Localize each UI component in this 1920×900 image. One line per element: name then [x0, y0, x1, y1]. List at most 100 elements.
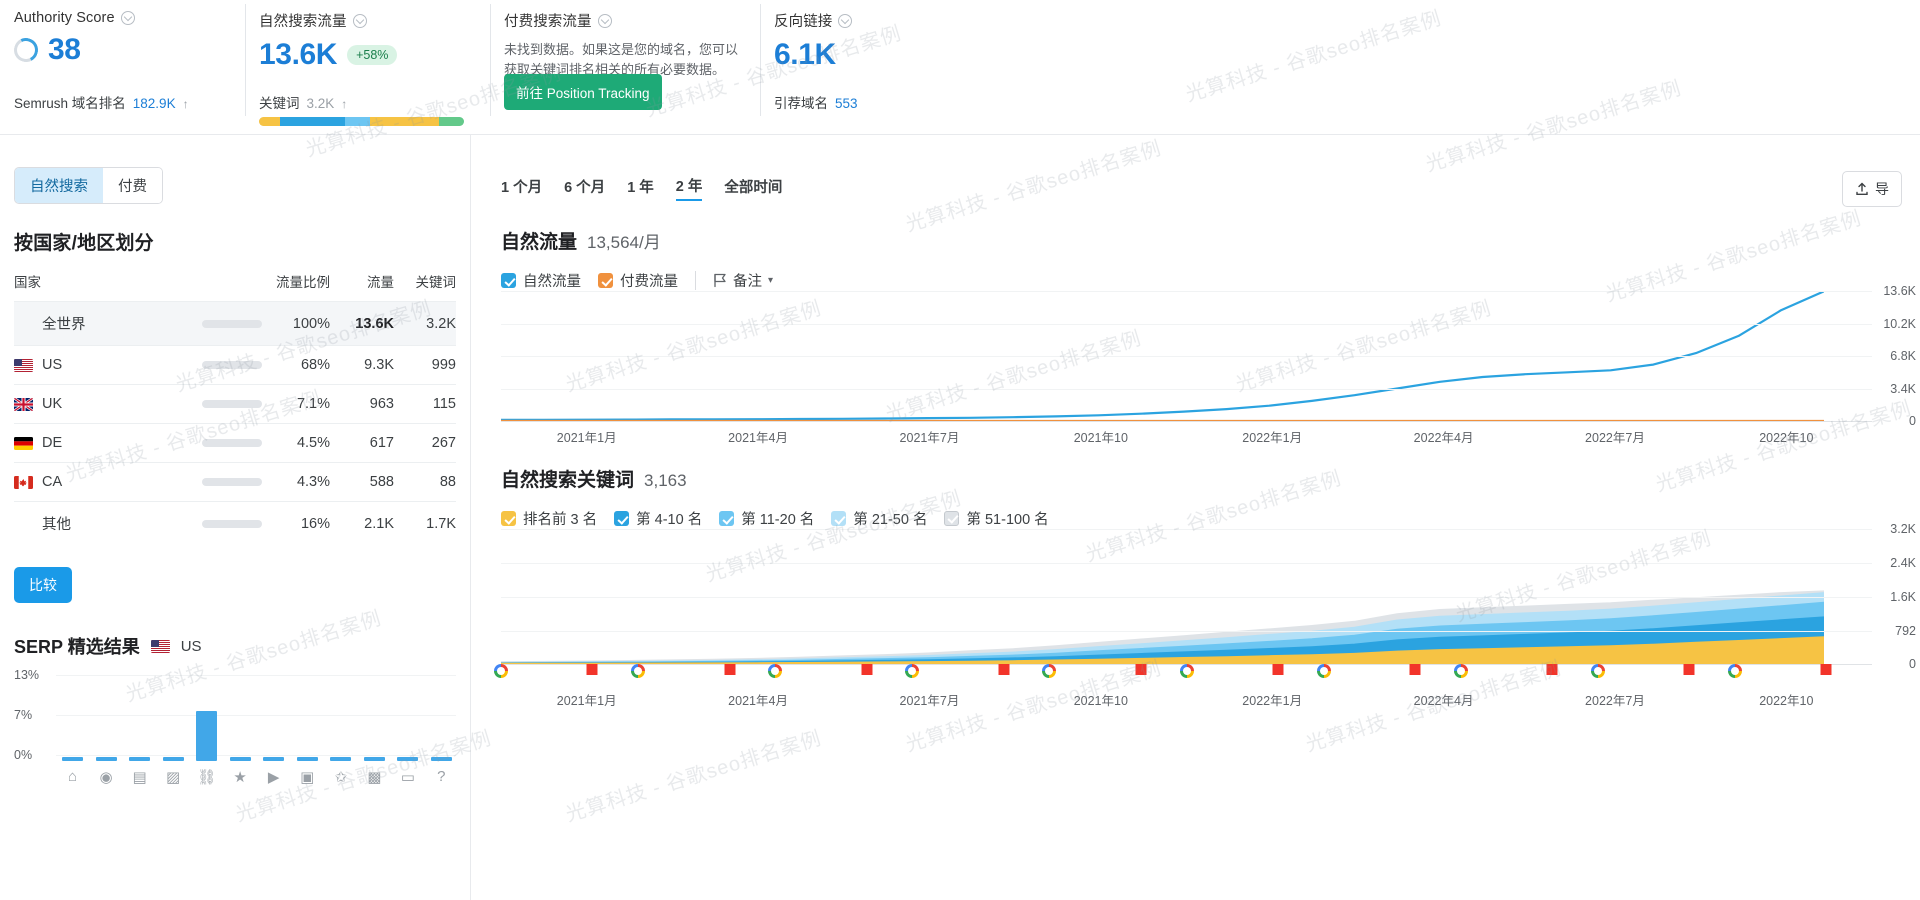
- serp-change-icon[interactable]: [1410, 664, 1421, 677]
- th-traffic-share[interactable]: 流量比例: [266, 271, 330, 302]
- article-icon[interactable]: ▤: [129, 768, 150, 786]
- segment-organic-button[interactable]: 自然搜索: [15, 168, 103, 203]
- image-pack-icon[interactable]: ▨: [163, 768, 184, 786]
- serp-change-icon[interactable]: [1272, 664, 1283, 677]
- cell-traffic[interactable]: 2.1K: [330, 502, 394, 546]
- video-icon[interactable]: ▶: [263, 768, 284, 786]
- google-update-icon[interactable]: [494, 664, 508, 680]
- serp-bar[interactable]: [330, 757, 351, 761]
- checkbox-paid-traffic[interactable]: [598, 273, 613, 288]
- cell-keywords[interactable]: 3.2K: [394, 302, 456, 346]
- serp-change-icon[interactable]: [1547, 664, 1558, 677]
- export-button[interactable]: 导: [1842, 171, 1902, 207]
- table-row[interactable]: 全世界100%13.6K3.2K: [14, 302, 456, 346]
- cell-keywords[interactable]: 88: [394, 463, 456, 502]
- serp-bar[interactable]: [196, 711, 217, 761]
- google-update-icon[interactable]: [1454, 664, 1468, 680]
- compare-button[interactable]: 比较: [14, 567, 72, 603]
- serp-bar[interactable]: [129, 757, 150, 761]
- serp-change-icon[interactable]: [724, 664, 735, 677]
- table-row[interactable]: CA4.3%58888: [14, 463, 456, 502]
- keywords-value[interactable]: 3.2K: [307, 96, 335, 111]
- serp-bar[interactable]: [263, 757, 284, 761]
- table-row[interactable]: UK7.1%963115: [14, 385, 456, 424]
- checkbox-3[interactable]: [719, 511, 734, 526]
- link-icon[interactable]: ⛓: [196, 768, 217, 786]
- help-icon[interactable]: [353, 14, 367, 28]
- semrush-rank-value[interactable]: 182.9K: [133, 96, 176, 111]
- serp-bar[interactable]: [431, 757, 452, 761]
- time-tab-全部时间[interactable]: 全部时间: [724, 176, 782, 200]
- serp-bar[interactable]: [96, 757, 117, 761]
- time-range-tabs[interactable]: 1 个月 6 个月 1 年 2 年全部时间: [471, 135, 1920, 201]
- serp-change-icon[interactable]: [1135, 664, 1146, 677]
- help-icon[interactable]: [121, 11, 135, 25]
- video-carousel-icon[interactable]: ▣: [297, 768, 318, 786]
- cell-traffic[interactable]: 9.3K: [330, 346, 394, 385]
- serp-bar[interactable]: [62, 757, 83, 761]
- table-row[interactable]: 其他16%2.1K1.7K: [14, 502, 456, 546]
- checkbox-1[interactable]: [501, 511, 516, 526]
- help-icon[interactable]: [838, 14, 852, 28]
- time-tab-2年[interactable]: 2 年: [676, 175, 703, 201]
- checkbox-4[interactable]: [831, 511, 846, 526]
- th-traffic[interactable]: 流量: [330, 271, 394, 302]
- faq-icon[interactable]: ?: [431, 768, 452, 786]
- google-update-icon[interactable]: [631, 664, 645, 680]
- legend-2[interactable]: 第 4-10 名: [614, 508, 702, 529]
- circle-dot-icon[interactable]: ◉: [96, 768, 117, 786]
- legend-3[interactable]: 第 11-20 名: [719, 508, 814, 529]
- google-update-icon[interactable]: [1728, 664, 1742, 680]
- serp-change-icon[interactable]: [587, 664, 598, 677]
- table-row[interactable]: DE4.5%617267: [14, 424, 456, 463]
- cell-keywords[interactable]: 999: [394, 346, 456, 385]
- cell-traffic[interactable]: 617: [330, 424, 394, 463]
- checkbox-5[interactable]: [944, 511, 959, 526]
- google-update-icon[interactable]: [1317, 664, 1331, 680]
- help-icon[interactable]: [598, 14, 612, 28]
- th-keywords[interactable]: 关键词: [394, 271, 456, 302]
- google-update-icon[interactable]: [1591, 664, 1605, 680]
- thumbnail-icon[interactable]: ▩: [364, 768, 385, 786]
- referring-domains-value[interactable]: 553: [835, 96, 858, 111]
- google-update-icon[interactable]: [1180, 664, 1194, 680]
- legend-organic-traffic[interactable]: 自然流量: [501, 270, 581, 291]
- google-update-icon[interactable]: [905, 664, 919, 680]
- time-tab-6个月[interactable]: 6 个月: [564, 176, 605, 200]
- serp-bar[interactable]: [364, 757, 385, 761]
- checkbox-2[interactable]: [614, 511, 629, 526]
- legend-4[interactable]: 第 21-50 名: [831, 508, 927, 529]
- time-tab-1个月[interactable]: 1 个月: [501, 176, 542, 200]
- position-tracking-button[interactable]: 前往 Position Tracking: [504, 74, 662, 110]
- serp-change-icon[interactable]: [861, 664, 872, 677]
- serp-bar[interactable]: [397, 757, 418, 761]
- cell-traffic[interactable]: 963: [330, 385, 394, 424]
- cell-keywords[interactable]: 1.7K: [394, 502, 456, 546]
- cell-keywords[interactable]: 267: [394, 424, 456, 463]
- legend-paid-traffic[interactable]: 付费流量: [598, 270, 678, 291]
- book-icon[interactable]: ▭: [397, 768, 418, 786]
- google-update-icon[interactable]: [768, 664, 782, 680]
- segment-paid-button[interactable]: 付费: [103, 168, 162, 203]
- google-update-icon[interactable]: [1042, 664, 1056, 680]
- legend-1[interactable]: 排名前 3 名: [501, 508, 597, 529]
- cell-traffic[interactable]: 13.6K: [330, 302, 394, 346]
- cell-traffic[interactable]: 588: [330, 463, 394, 502]
- serp-change-icon[interactable]: [1684, 664, 1695, 677]
- star-icon[interactable]: ★: [230, 768, 251, 786]
- legend-5[interactable]: 第 51-100 名: [944, 508, 1048, 529]
- badge-icon[interactable]: ✩: [330, 768, 351, 786]
- serp-bar[interactable]: [230, 757, 251, 761]
- serp-bar[interactable]: [297, 757, 318, 761]
- review-icon[interactable]: ⌂: [62, 768, 83, 786]
- notes-dropdown[interactable]: 备注 ▾: [713, 270, 773, 291]
- serp-bar[interactable]: [163, 757, 184, 761]
- serp-change-icon[interactable]: [1821, 664, 1832, 677]
- table-row[interactable]: US68%9.3K999: [14, 346, 456, 385]
- th-country[interactable]: 国家: [14, 271, 147, 302]
- traffic-type-toggle[interactable]: 自然搜索 付费: [14, 167, 163, 204]
- time-tab-1年[interactable]: 1 年: [627, 176, 654, 200]
- checkbox-organic-traffic[interactable]: [501, 273, 516, 288]
- cell-keywords[interactable]: 115: [394, 385, 456, 424]
- serp-change-icon[interactable]: [998, 664, 1009, 677]
